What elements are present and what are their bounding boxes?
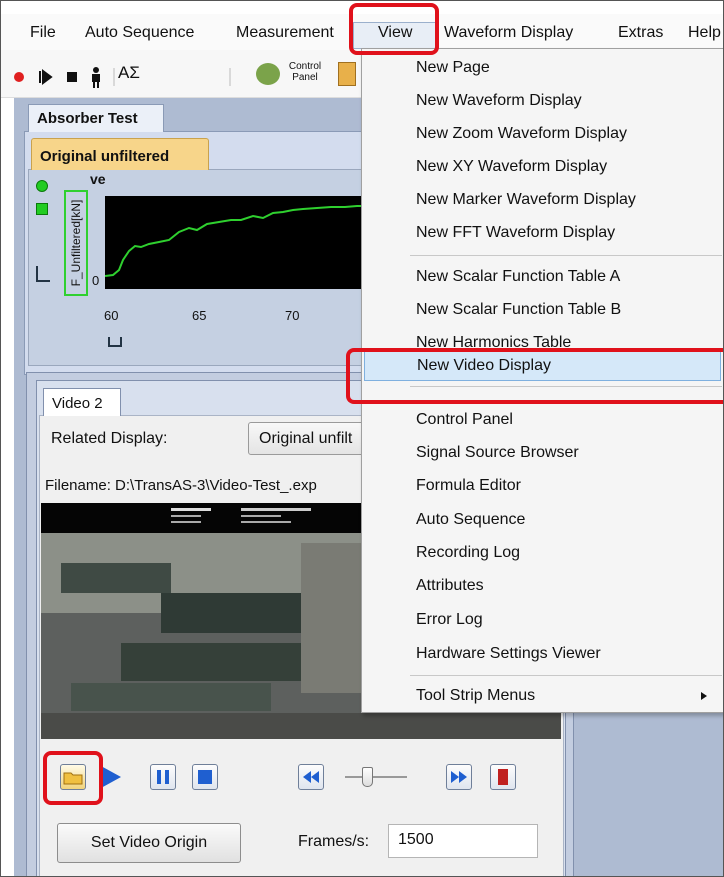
waveform-trace [104, 205, 365, 277]
tool-icon[interactable] [338, 62, 356, 86]
menu-item-attributes[interactable]: Attributes [362, 570, 723, 602]
waveform-chart[interactable] [104, 196, 365, 289]
tab-original-unfiltered[interactable]: Original unfiltered [31, 138, 209, 170]
fps-input[interactable]: 1500 [388, 824, 538, 858]
open-folder-button[interactable] [60, 764, 86, 790]
menu-item-new-page[interactable]: New Page [362, 52, 723, 84]
menu-item-new-video-display[interactable]: New Video Display [364, 349, 721, 381]
menu-item-formula-editor[interactable]: Formula Editor [362, 470, 723, 502]
tab-absorber-test[interactable]: Absorber Test [28, 104, 164, 132]
stop-icon [198, 770, 212, 784]
stop-button[interactable] [192, 764, 218, 790]
menu-item-tool-strip-menus[interactable]: Tool Strip Menus [362, 680, 723, 712]
filename-text: Filename: D:\TransAS-3\Video-Test_.exp [45, 477, 317, 494]
record-frame-icon [498, 769, 508, 785]
play-button[interactable] [97, 764, 123, 790]
status-circle-icon[interactable] [36, 180, 48, 192]
menu-separator [410, 386, 722, 387]
x-scale-icon[interactable] [108, 337, 122, 347]
y-scale-icon[interactable] [36, 266, 50, 282]
person-icon [92, 74, 100, 82]
menu-separator [410, 675, 722, 676]
x-tick-60: 60 [104, 308, 119, 323]
menu-item-new-xy-waveform-display[interactable]: New XY Waveform Display [362, 151, 723, 183]
stop-icon [67, 72, 77, 82]
control-panel-icon[interactable] [256, 63, 280, 85]
play-icon [101, 766, 121, 788]
x-tick-70: 70 [285, 308, 300, 323]
menu-item-hardware-settings-viewer[interactable]: Hardware Settings Viewer [362, 638, 723, 670]
pause-icon [157, 770, 169, 784]
record-frame-button[interactable] [490, 764, 516, 790]
menu-extras[interactable]: Extras [618, 24, 663, 42]
menu-item-new-zoom-waveform-display[interactable]: New Zoom Waveform Display [362, 118, 723, 150]
menu-item-new-scalar-function-table-a[interactable]: New Scalar Function Table A [362, 261, 723, 293]
tab-video-2[interactable]: Video 2 [43, 388, 121, 416]
menu-item-new-marker-waveform-display[interactable]: New Marker Waveform Display [362, 184, 723, 216]
menu-file[interactable]: File [30, 24, 56, 42]
y-zero-label: 0 [92, 273, 100, 288]
menu-waveform-display[interactable]: Waveform Display [444, 24, 573, 42]
status-square-icon[interactable] [36, 203, 48, 215]
menu-item-new-scalar-function-table-b[interactable]: New Scalar Function Table B [362, 294, 723, 326]
rewind-button[interactable] [298, 764, 324, 790]
control-panel-label[interactable]: Control Panel [281, 61, 329, 83]
menu-item-new-waveform-display[interactable]: New Waveform Display [362, 85, 723, 117]
set-video-origin-button[interactable]: Set Video Origin [57, 823, 241, 863]
record-icon [14, 72, 24, 82]
x-tick-65: 65 [192, 308, 207, 323]
y-axis-top-label: ve [90, 171, 106, 187]
menu-auto-sequence[interactable]: Auto Sequence [85, 24, 194, 42]
menu-help[interactable]: Help [688, 24, 721, 42]
menu-item-new-fft-waveform-display[interactable]: New FFT Waveform Display [362, 217, 723, 249]
folder-icon [63, 772, 83, 785]
seek-track[interactable] [345, 776, 407, 778]
related-display-label: Related Display: [51, 430, 168, 447]
y-axis-label: F_Unfiltered[kN] [69, 199, 83, 287]
menu-view[interactable]: View [378, 24, 412, 42]
menu-measurement[interactable]: Measurement [236, 24, 334, 42]
menu-separator [410, 255, 722, 256]
menu-item-auto-sequence[interactable]: Auto Sequence [362, 504, 723, 536]
menu-item-control-panel[interactable]: Control Panel [362, 404, 723, 436]
seek-slider-thumb[interactable] [362, 767, 373, 787]
rewind-icon [303, 771, 319, 783]
menu-item-signal-source-browser[interactable]: Signal Source Browser [362, 437, 723, 469]
menu-bar: File Auto Sequence Measurement View Wave… [0, 14, 724, 50]
menu-item-recording-log[interactable]: Recording Log [362, 537, 723, 569]
fast-forward-icon [451, 771, 467, 783]
submenu-arrow-icon [701, 692, 707, 700]
menu-item-new-harmonics-table[interactable]: New Harmonics Table [362, 327, 723, 347]
play-step-icon [39, 69, 53, 85]
related-display-select[interactable]: Original unfilt [248, 422, 378, 455]
pause-button[interactable] [150, 764, 176, 790]
sigma-icon[interactable]: AΣ [118, 63, 140, 83]
view-menu: New Page New Waveform Display New Zoom W… [361, 48, 724, 713]
menu-item-error-log[interactable]: Error Log [362, 604, 723, 636]
fast-forward-button[interactable] [446, 764, 472, 790]
fps-label: Frames/s: [298, 833, 370, 850]
